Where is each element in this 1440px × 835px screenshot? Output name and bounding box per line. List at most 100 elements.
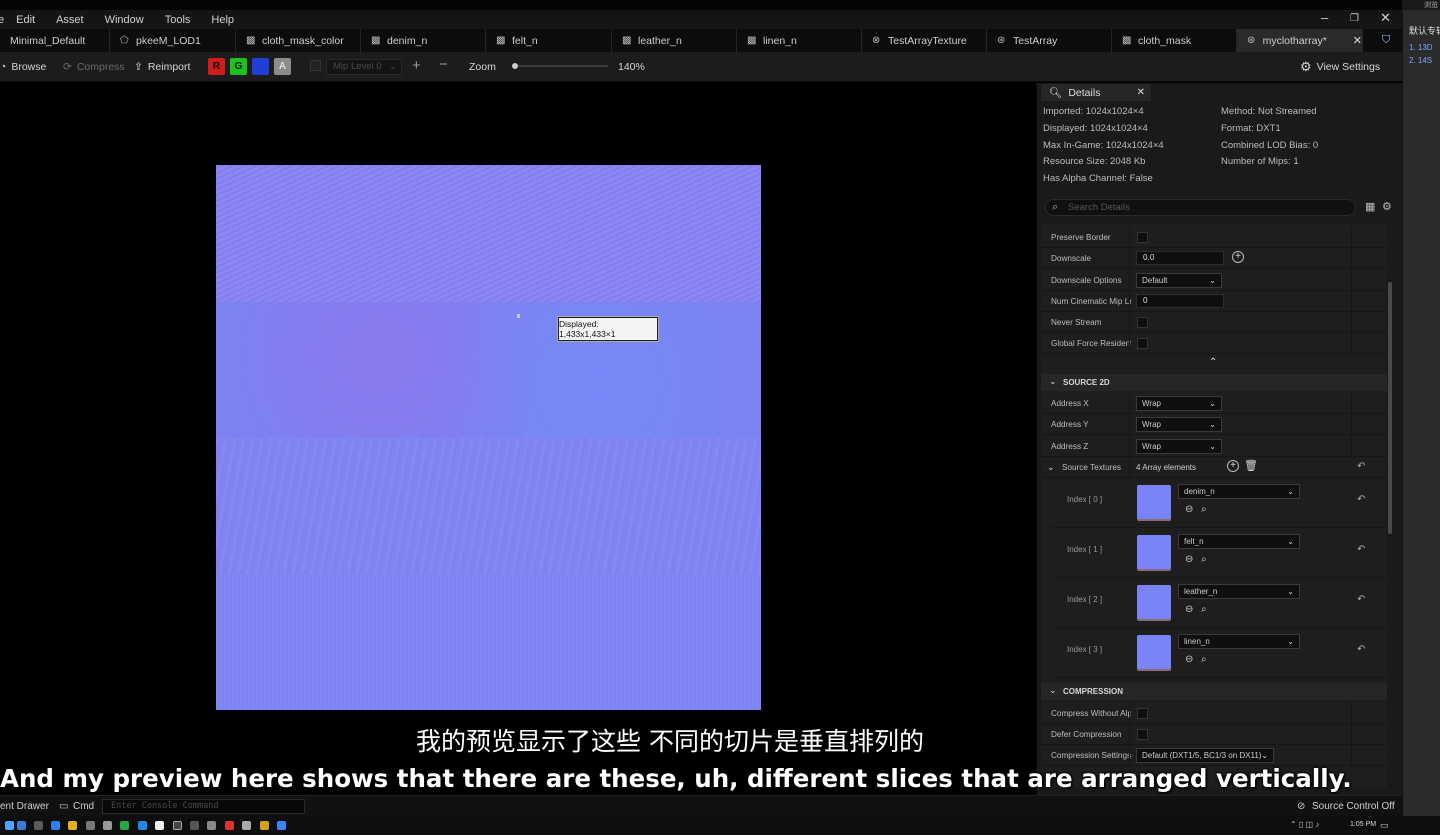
tab-linen-n[interactable]: ▩ linen_n <box>737 29 862 52</box>
taskbar-app-icon[interactable] <box>173 821 182 830</box>
address-x-combo[interactable]: Wrap ⌄ <box>1136 396 1222 411</box>
tab-cloth-mask[interactable]: ▩ cloth_mask <box>1112 29 1237 52</box>
chevron-down-icon[interactable]: ⌄ <box>1047 462 1055 473</box>
texture-picker-combo[interactable]: leather_n ⌄ <box>1178 584 1300 599</box>
reset-icon[interactable]: ↶ <box>1357 544 1365 555</box>
texture-viewport[interactable]: Displayed: 1,433x1,433×1 <box>0 83 1034 795</box>
minimize-icon[interactable]: – <box>1321 10 1328 25</box>
use-selected-icon[interactable]: ⊖ <box>1185 554 1193 565</box>
channel-r-toggle[interactable]: R <box>208 58 225 75</box>
taskbar-app-icon[interactable] <box>277 821 286 830</box>
reset-icon[interactable]: ↶ <box>1357 461 1365 472</box>
taskbar-app-icon[interactable] <box>51 821 60 830</box>
texture-picker-combo[interactable]: linen_n ⌄ <box>1178 634 1300 649</box>
taskbar-app-icon[interactable] <box>34 821 43 830</box>
menu-asset[interactable]: Asset <box>56 14 84 26</box>
texture-picker-combo[interactable]: denim_n ⌄ <box>1178 484 1300 499</box>
trash-icon[interactable]: 🗑︎ <box>1244 459 1258 472</box>
taskbar-app-icon[interactable] <box>120 821 129 830</box>
minus-icon[interactable]: − <box>439 56 448 73</box>
texture-thumbnail[interactable] <box>1137 535 1171 569</box>
compress-button[interactable]: ⟳ Compress <box>63 58 125 76</box>
notification-icon[interactable]: ▭ <box>1380 820 1389 831</box>
cmd-button[interactable]: Cmd <box>73 801 94 812</box>
gear-icon[interactable]: ⚙ <box>1382 200 1392 213</box>
browse-asset-icon[interactable]: ⌕ <box>1201 604 1207 615</box>
side-list-item[interactable]: 2. 14S <box>1409 56 1432 65</box>
start-icon[interactable] <box>5 821 14 830</box>
channel-b-toggle[interactable]: B <box>252 58 269 75</box>
browse-asset-icon[interactable]: ⌕ <box>1201 504 1207 515</box>
tab-test-array-texture[interactable]: ⊗ TestArrayTexture <box>862 29 987 52</box>
maximize-icon[interactable]: ❐ <box>1350 13 1359 24</box>
num-cinematic-input[interactable]: 0 <box>1136 294 1224 308</box>
texture-picker-combo[interactable]: felt_n ⌄ <box>1178 534 1300 549</box>
taskbar-app-icon[interactable] <box>260 821 269 830</box>
taskbar-app-icon[interactable] <box>225 821 234 830</box>
address-y-combo[interactable]: Wrap ⌄ <box>1136 417 1222 432</box>
tab-felt-n[interactable]: ▩ felt_n <box>486 29 612 52</box>
add-override-icon[interactable]: + <box>1232 251 1244 263</box>
address-z-combo[interactable]: Wrap ⌄ <box>1136 439 1222 454</box>
tab-cloth-mask-color[interactable]: ▩ cloth_mask_color <box>236 29 361 52</box>
taskbar-app-icon[interactable] <box>155 821 164 830</box>
tab-pkeem-lod1[interactable]: ⬠ pkeeM_LOD1 <box>110 29 236 52</box>
close-tab-icon[interactable]: ✕ <box>1353 34 1362 47</box>
reset-icon[interactable]: ↶ <box>1357 594 1365 605</box>
browse-button[interactable]: ◔ Browse <box>0 58 46 76</box>
section-source-2d[interactable]: ⌄ SOURCE 2D <box>1041 374 1387 391</box>
texture-thumbnail[interactable] <box>1137 585 1171 619</box>
use-selected-icon[interactable]: ⊖ <box>1185 504 1193 515</box>
tab-minimal-default[interactable]: Minimal_Default <box>0 29 110 52</box>
menu-file[interactable]: e <box>0 14 4 26</box>
chevron-up-icon[interactable]: ⌃ <box>1209 357 1217 368</box>
plus-icon[interactable]: + <box>412 57 421 74</box>
reimport-button[interactable]: ⇪ Reimport <box>134 58 190 76</box>
menu-tools[interactable]: Tools <box>165 14 191 26</box>
details-tab[interactable]: 🔍︎ Details ✕ <box>1041 84 1151 101</box>
close-window-icon[interactable]: ✕ <box>1380 10 1391 26</box>
mip-level-checkbox[interactable] <box>310 60 321 71</box>
compress-without-alpha-checkbox[interactable] <box>1137 708 1148 719</box>
menu-edit[interactable]: Edit <box>16 14 35 26</box>
add-element-icon[interactable]: + <box>1227 460 1239 472</box>
content-drawer-button[interactable]: ent Drawer <box>0 801 49 812</box>
tab-leather-n[interactable]: ▩ leather_n <box>612 29 737 52</box>
global-force-checkbox[interactable] <box>1137 338 1148 349</box>
tab-denim-n[interactable]: ▩ denim_n <box>361 29 486 52</box>
taskbar-app-icon[interactable] <box>86 821 95 830</box>
texture-thumbnail[interactable] <box>1137 485 1171 519</box>
browse-asset-icon[interactable]: ⌕ <box>1201 554 1207 565</box>
downscale-input[interactable]: 0.0 <box>1136 251 1224 265</box>
details-scrollbar[interactable] <box>1388 282 1392 534</box>
search-details-input[interactable]: ⌕ Search Details <box>1045 199 1356 216</box>
texture-thumbnail[interactable] <box>1137 635 1171 669</box>
channel-a-toggle[interactable]: A <box>274 58 291 75</box>
taskbar-app-icon[interactable] <box>190 821 199 830</box>
browse-asset-icon[interactable]: ⌕ <box>1201 654 1207 665</box>
tab-myclotharray[interactable]: ⊛ myclotharray* ✕ <box>1237 29 1363 52</box>
mip-level-combo[interactable]: Mip Level 0 ⌄ <box>326 59 402 75</box>
taskbar-app-icon[interactable] <box>17 821 26 830</box>
taskbar-app-icon[interactable] <box>68 821 77 830</box>
side-list-item[interactable]: 1. 13D <box>1409 43 1433 52</box>
preserve-border-checkbox[interactable] <box>1137 232 1148 243</box>
zoom-slider[interactable] <box>511 63 608 69</box>
source-control-button[interactable]: Source Control Off <box>1312 801 1395 812</box>
console-command-input[interactable]: Enter Console Command <box>102 799 305 814</box>
close-tab-icon[interactable]: ✕ <box>1137 87 1145 98</box>
table-view-icon[interactable]: ▦ <box>1365 200 1375 213</box>
section-compression[interactable]: ⌄ COMPRESSION <box>1041 683 1387 700</box>
use-selected-icon[interactable]: ⊖ <box>1185 604 1193 615</box>
menu-window[interactable]: Window <box>105 14 144 26</box>
taskbar-app-icon[interactable] <box>103 821 112 830</box>
reset-icon[interactable]: ↶ <box>1357 494 1365 505</box>
downscale-options-combo[interactable]: Default ⌄ <box>1136 273 1222 288</box>
taskbar-app-icon[interactable] <box>242 821 251 830</box>
tab-test-array[interactable]: ⊛ TestArray <box>987 29 1112 52</box>
never-stream-checkbox[interactable] <box>1137 317 1148 328</box>
menu-help[interactable]: Help <box>211 14 234 26</box>
tray-icons[interactable]: ⌃ ▯ ◫ ♪ <box>1290 820 1319 829</box>
taskbar-app-icon[interactable] <box>207 821 216 830</box>
zoom-slider-handle[interactable] <box>511 63 518 69</box>
